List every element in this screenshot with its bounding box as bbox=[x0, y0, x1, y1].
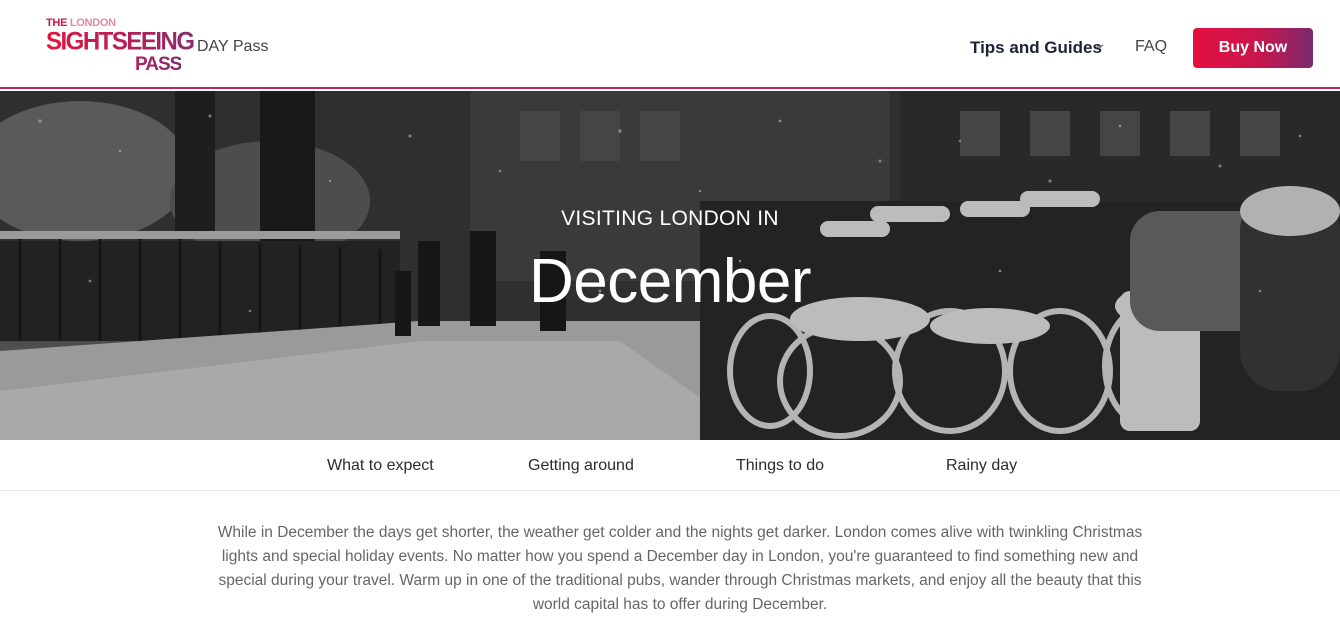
day-pass-link[interactable]: DAY Pass bbox=[197, 38, 268, 56]
buy-now-button[interactable]: Buy Now bbox=[1193, 28, 1313, 68]
logo-line-3: PASS bbox=[135, 54, 182, 75]
hero-kicker: VISITING LONDON IN bbox=[561, 207, 779, 230]
section-nav-things-to-do[interactable]: Things to do bbox=[736, 457, 824, 475]
section-nav-getting-around[interactable]: Getting around bbox=[528, 457, 634, 475]
hero-banner: VISITING LONDON IN December bbox=[0, 91, 1340, 440]
section-nav-rainy-day[interactable]: Rainy day bbox=[946, 457, 1017, 475]
faq-link[interactable]: FAQ bbox=[1135, 38, 1167, 56]
tips-and-guides-menu[interactable]: Tips and Guides bbox=[970, 38, 1102, 58]
site-logo[interactable]: THE LONDON SIGHTSEEING PASS bbox=[46, 18, 195, 78]
intro-paragraph: While in December the days get shorter, … bbox=[217, 524, 1143, 613]
section-nav: What to expect Getting around Things to … bbox=[0, 440, 1340, 491]
logo-line-2: SIGHTSEEING bbox=[46, 27, 195, 56]
site-header: THE LONDON SIGHTSEEING PASS DAY Pass Tip… bbox=[0, 0, 1340, 89]
chevron-down-icon[interactable] bbox=[1095, 42, 1104, 51]
hero-title: December bbox=[529, 247, 812, 316]
section-nav-what-to-expect[interactable]: What to expect bbox=[327, 457, 434, 475]
